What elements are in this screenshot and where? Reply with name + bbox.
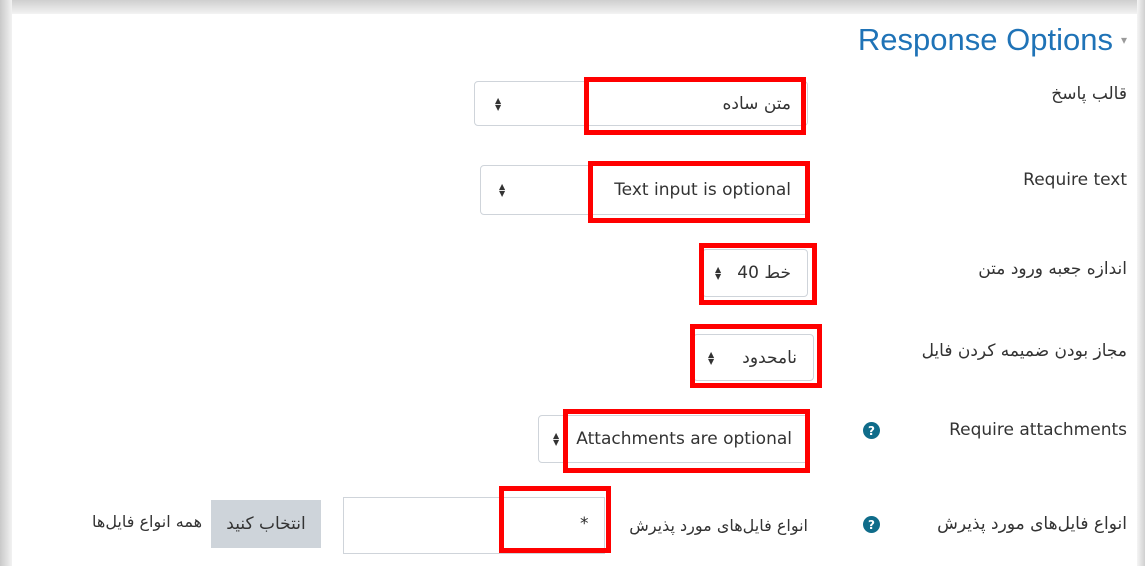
window-frame-top xyxy=(0,0,1145,14)
sort-arrows-icon: ▲ ▼ xyxy=(553,431,560,447)
sort-arrows-icon: ▲ ▼ xyxy=(495,95,502,112)
sort-arrows-icon: ▲ ▼ xyxy=(708,349,715,366)
response-format-label: قالب پاسخ xyxy=(1051,84,1127,104)
response-format-select[interactable]: ▲ ▼ متن ساده xyxy=(474,81,808,126)
attachments-allowed-select[interactable]: ▲ ▼ نامحدود xyxy=(693,334,814,381)
require-attachments-select[interactable]: ▲ ▼ Attachments are optional xyxy=(538,415,809,463)
accepted-file-types-value: * xyxy=(580,514,589,534)
window-frame-left xyxy=(0,0,12,566)
attachments-allowed-value: نامحدود xyxy=(742,347,797,368)
require-text-label: Require text xyxy=(1023,170,1127,190)
section-title: Response Options xyxy=(857,22,1113,57)
chevron-down-icon: ▾ xyxy=(1120,33,1127,47)
sort-arrows-icon: ▲ ▼ xyxy=(715,265,722,281)
sort-arrows-icon: ▲ ▼ xyxy=(499,182,506,198)
help-circle-icon[interactable]: ? xyxy=(863,516,880,533)
require-text-value: Text input is optional xyxy=(614,180,791,200)
section-header-response-options[interactable]: Response Options ▾ xyxy=(858,18,1127,62)
input-box-size-label: اندازه جعبه ورود متن xyxy=(978,259,1127,279)
attachments-allowed-label: مجاز بودن ضمیمه کردن فایل xyxy=(921,341,1127,361)
all-file-types-text: همه انواع فایل‌ها xyxy=(92,512,202,531)
require-attachments-value: Attachments are optional xyxy=(576,429,792,449)
require-text-select[interactable]: ▲ ▼ Text input is optional xyxy=(480,165,808,215)
accepted-file-types-input[interactable]: * xyxy=(343,497,605,554)
input-box-size-select[interactable]: ▲ ▼ 40 خط xyxy=(702,249,808,297)
choose-file-types-button[interactable]: انتخاب کنید xyxy=(211,500,321,548)
require-attachments-label: Require attachments xyxy=(949,420,1127,440)
help-circle-icon[interactable]: ? xyxy=(863,422,880,439)
window-frame-right xyxy=(1137,0,1145,566)
accepted-file-types-inner-label: انواع فایل‌های مورد پذیرش xyxy=(629,516,808,535)
input-box-size-value: 40 خط xyxy=(737,263,791,283)
response-format-value: متن ساده xyxy=(722,93,791,114)
accepted-file-types-label: انواع فایل‌های مورد پذیرش xyxy=(937,514,1127,534)
